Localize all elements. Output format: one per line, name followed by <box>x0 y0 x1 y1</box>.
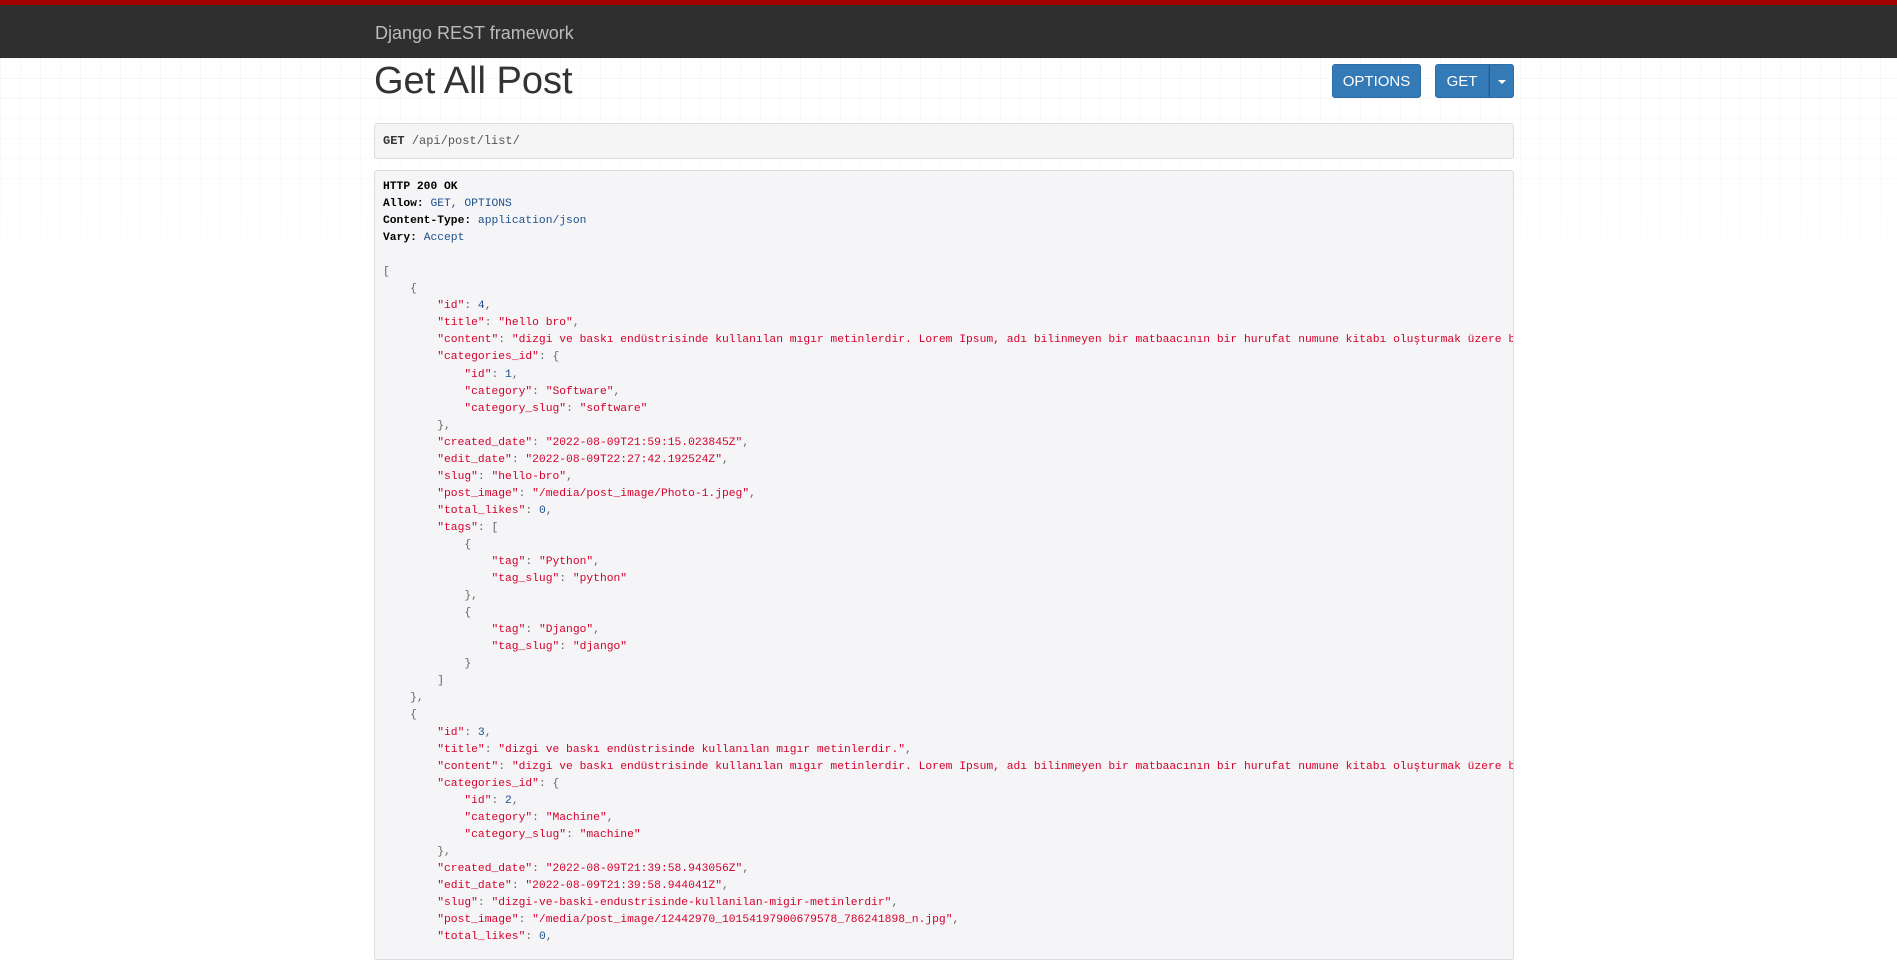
page-title: Get All Post <box>374 60 573 102</box>
navbar: Django REST framework <box>0 0 1897 58</box>
json-value: "software" <box>579 402 648 415</box>
json-value: "dizgi-ve-baski-endustrisinde-kullanilan… <box>491 896 892 909</box>
header-key: Allow <box>383 198 417 211</box>
json-value: "/media/post_image/12442970_101541979006… <box>532 914 953 927</box>
json-value: "dizgi ve baskı endüstrisinde kullanılan… <box>498 743 906 756</box>
header-key: Content-Type <box>383 215 465 228</box>
json-value: "Machine" <box>545 811 607 824</box>
json-value: "hello bro" <box>498 317 573 330</box>
json-value: 3 <box>477 726 485 739</box>
json-value: "django" <box>572 641 628 654</box>
header-value: application/json <box>477 215 587 228</box>
json-value: 2 <box>505 794 512 807</box>
header-value: GET, OPTIONS <box>430 198 512 211</box>
caret-down-icon <box>1497 80 1506 85</box>
brand-link[interactable]: Django REST framework <box>375 23 574 44</box>
request-info: GET /api/post/list/ <box>374 123 1514 159</box>
response-status: HTTP 200 OK <box>383 181 458 193</box>
get-format-dropdown-button[interactable] <box>1489 64 1514 98</box>
json-value: 0 <box>538 931 546 944</box>
json-value: "hello-bro" <box>491 470 567 483</box>
json-value: 0 <box>538 504 546 517</box>
json-value: "machine" <box>579 828 641 841</box>
json-value: "dizgi ve baskı endüstrisinde kullanılan… <box>511 760 1513 773</box>
json-value: "2022-08-09T21:59:15.023845Z" <box>545 436 743 449</box>
json-value: "python" <box>572 573 628 586</box>
json-value: "Python" <box>538 556 594 569</box>
json-value: "/media/post_image/Photo-1.jpeg" <box>532 487 750 500</box>
get-button[interactable]: GET <box>1435 64 1489 98</box>
response-info: HTTP 200 OK Allow: GET, OPTIONS Content-… <box>374 170 1514 960</box>
json-value: 4 <box>477 300 485 313</box>
header-value: Accept <box>423 232 465 245</box>
json-value: "dizgi ve baskı endüstrisinde kullanılan… <box>511 334 1513 347</box>
json-value: "Django" <box>538 624 594 637</box>
json-value: "2022-08-09T21:39:58.944041Z" <box>525 879 722 892</box>
request-method: GET <box>383 134 405 148</box>
request-path: /api/post/list/ <box>411 134 520 148</box>
json-value: "Software" <box>545 385 614 398</box>
options-button[interactable]: OPTIONS <box>1332 64 1421 98</box>
json-value: "2022-08-09T21:39:58.943056Z" <box>545 862 743 875</box>
json-value: "2022-08-09T22:27:42.192524Z" <box>525 453 722 466</box>
header-key: Vary <box>383 232 411 245</box>
json-value: 1 <box>505 368 512 381</box>
response-body: HTTP 200 OK Allow: GET, OPTIONS Content-… <box>375 171 1513 954</box>
